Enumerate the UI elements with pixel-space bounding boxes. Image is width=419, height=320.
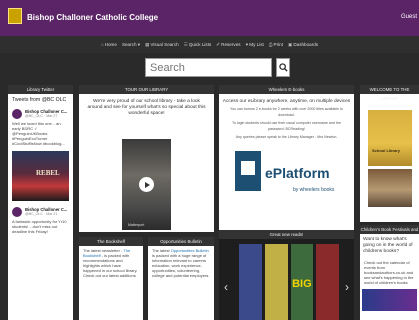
nav-my-list[interactable]: ♥My List (246, 42, 264, 47)
main-nav: ⌂Home Search ▾ ▦Visual Search ☰Quick Lis… (0, 36, 419, 53)
grid-icon: ▦ (145, 41, 150, 47)
dashboard-icon: ▣ (287, 41, 293, 47)
user-menu[interactable]: Guest (401, 14, 417, 20)
book-cover[interactable] (264, 244, 288, 320)
panel-header: Children's Book Festivals and Events (360, 225, 419, 241)
search-icon (278, 63, 288, 72)
opportunities-panel: Opportunities Bulletin The latest Opport… (148, 237, 214, 320)
video-brand: Matterport (128, 223, 145, 227)
panel-header: Great new reads! (219, 230, 354, 239)
nav-reserves[interactable]: ✐Reserves (216, 42, 240, 48)
tweet-text: Well we loved this one... an early BDRC … (12, 121, 65, 146)
book-carousel: BIG (239, 244, 339, 320)
nav-search[interactable]: Search ▾ (122, 42, 140, 48)
ebooks-borrow-info: You can borrow 2 e-books for 2 weeks wit… (230, 107, 343, 117)
bookmark-icon: ✐ (216, 41, 221, 47)
eplatform-wordmark: ePlatform (265, 165, 330, 181)
panel-header: Wheelers E-books (219, 85, 354, 94)
ebooks-intro: Access our eLibrary anywhere, anytime, o… (222, 99, 351, 104)
nav-print[interactable]: ⎙Print (269, 42, 283, 47)
panel-header: TOUR OUR LIBRARY (79, 85, 214, 94)
book-cover-title: REBEL (36, 169, 60, 177)
panel-header: Opportunities Bulletin (148, 237, 214, 246)
book-cover[interactable] (316, 244, 339, 320)
eplatform-subtitle: by wheelers books (293, 187, 335, 193)
book-festivals-panel: Children's Book Festivals and Events Wan… (360, 225, 419, 320)
carousel-prev-icon[interactable]: ‹ (224, 280, 228, 294)
virtual-tour-video[interactable]: Matterport (122, 139, 171, 230)
panel-header: The Bookshelf (79, 237, 143, 246)
print-icon: ⎙ (268, 42, 273, 47)
welcome-panel: WELCOME TO THE LIBRARY School Library (360, 85, 419, 222)
search-input[interactable] (145, 58, 272, 77)
bookshelf-text: The latest newsletter - The Bookshelf - … (83, 248, 138, 278)
festivals-banner[interactable] (362, 289, 417, 311)
school-library-sign-image: School Library (368, 110, 412, 166)
home-icon: ⌂ (100, 42, 104, 47)
tour-description: We're very proud of our school library -… (87, 99, 206, 116)
library-interior-image (368, 169, 412, 207)
site-title[interactable]: Bishop Challoner Catholic College (27, 13, 158, 22)
festivals-heading: Want to know what's going on in the worl… (363, 237, 413, 254)
book-cover[interactable] (239, 244, 262, 320)
site-header: Bishop Challoner Catholic College Guest (0, 0, 419, 36)
tweet-text: A fantastic opportunity for Yr10 student… (12, 219, 67, 234)
opportunities-text: The latest Opportunities Bulletin is pac… (152, 248, 210, 278)
sign-text: School Library (372, 148, 401, 153)
nav-home[interactable]: ⌂Home (101, 42, 117, 47)
eplatform-logo-icon (235, 151, 261, 191)
festivals-text: Check out the calendar of events from bo… (364, 260, 414, 285)
book-cover-title: BIG (292, 278, 312, 290)
play-icon (144, 181, 150, 188)
list-icon: ☰ (183, 41, 188, 47)
panel-header: Library Twitter (8, 85, 73, 94)
great-new-reads-panel: Great new reads! ‹ BIG › (219, 230, 354, 320)
play-button[interactable] (139, 177, 154, 192)
bookshelf-panel: The Bookshelf The latest newsletter - Th… (79, 237, 143, 320)
wheelers-ebooks-panel: Wheelers E-books Access our eLibrary any… (219, 85, 354, 232)
ebooks-queries: Any queries please speak to the Library … (235, 135, 338, 139)
school-crest-logo[interactable] (8, 8, 22, 24)
carousel-next-icon[interactable]: › (345, 280, 349, 294)
tweet-handle: @BC_OLC · Mar 21 (25, 212, 58, 216)
search-button[interactable] (276, 58, 290, 77)
eplatform-logo-link[interactable]: ePlatform by wheelers books (235, 151, 339, 211)
tweets-title[interactable]: Tweets from @BC OLC (8, 94, 73, 106)
nav-visual-search[interactable]: ▦Visual Search (145, 42, 179, 48)
tweet[interactable]: Bishop Challoner C... @BC_OLC · Mar 27 (8, 106, 73, 119)
tweet[interactable]: Bishop Challoner C... @BC_OLC · Mar 21 (8, 204, 73, 217)
tweet-image[interactable]: REBEL (12, 151, 69, 201)
avatar[interactable] (12, 207, 22, 217)
nav-quick-lists[interactable]: ☰Quick Lists (184, 42, 212, 48)
book-cover[interactable]: BIG (290, 244, 314, 320)
heart-icon: ♥ (245, 42, 249, 47)
avatar[interactable] (12, 109, 22, 119)
library-twitter-panel: Library Twitter Tweets from @BC OLC Bish… (8, 85, 73, 320)
nav-dashboards[interactable]: ▣Dashboards (288, 42, 318, 48)
panel-header: WELCOME TO THE LIBRARY (360, 85, 419, 101)
ebooks-login-info: To login students should use their usual… (232, 121, 341, 131)
tour-library-panel: TOUR OUR LIBRARY We're very proud of our… (79, 85, 214, 232)
tweet-handle: @BC_OLC · Mar 27 (25, 114, 58, 118)
